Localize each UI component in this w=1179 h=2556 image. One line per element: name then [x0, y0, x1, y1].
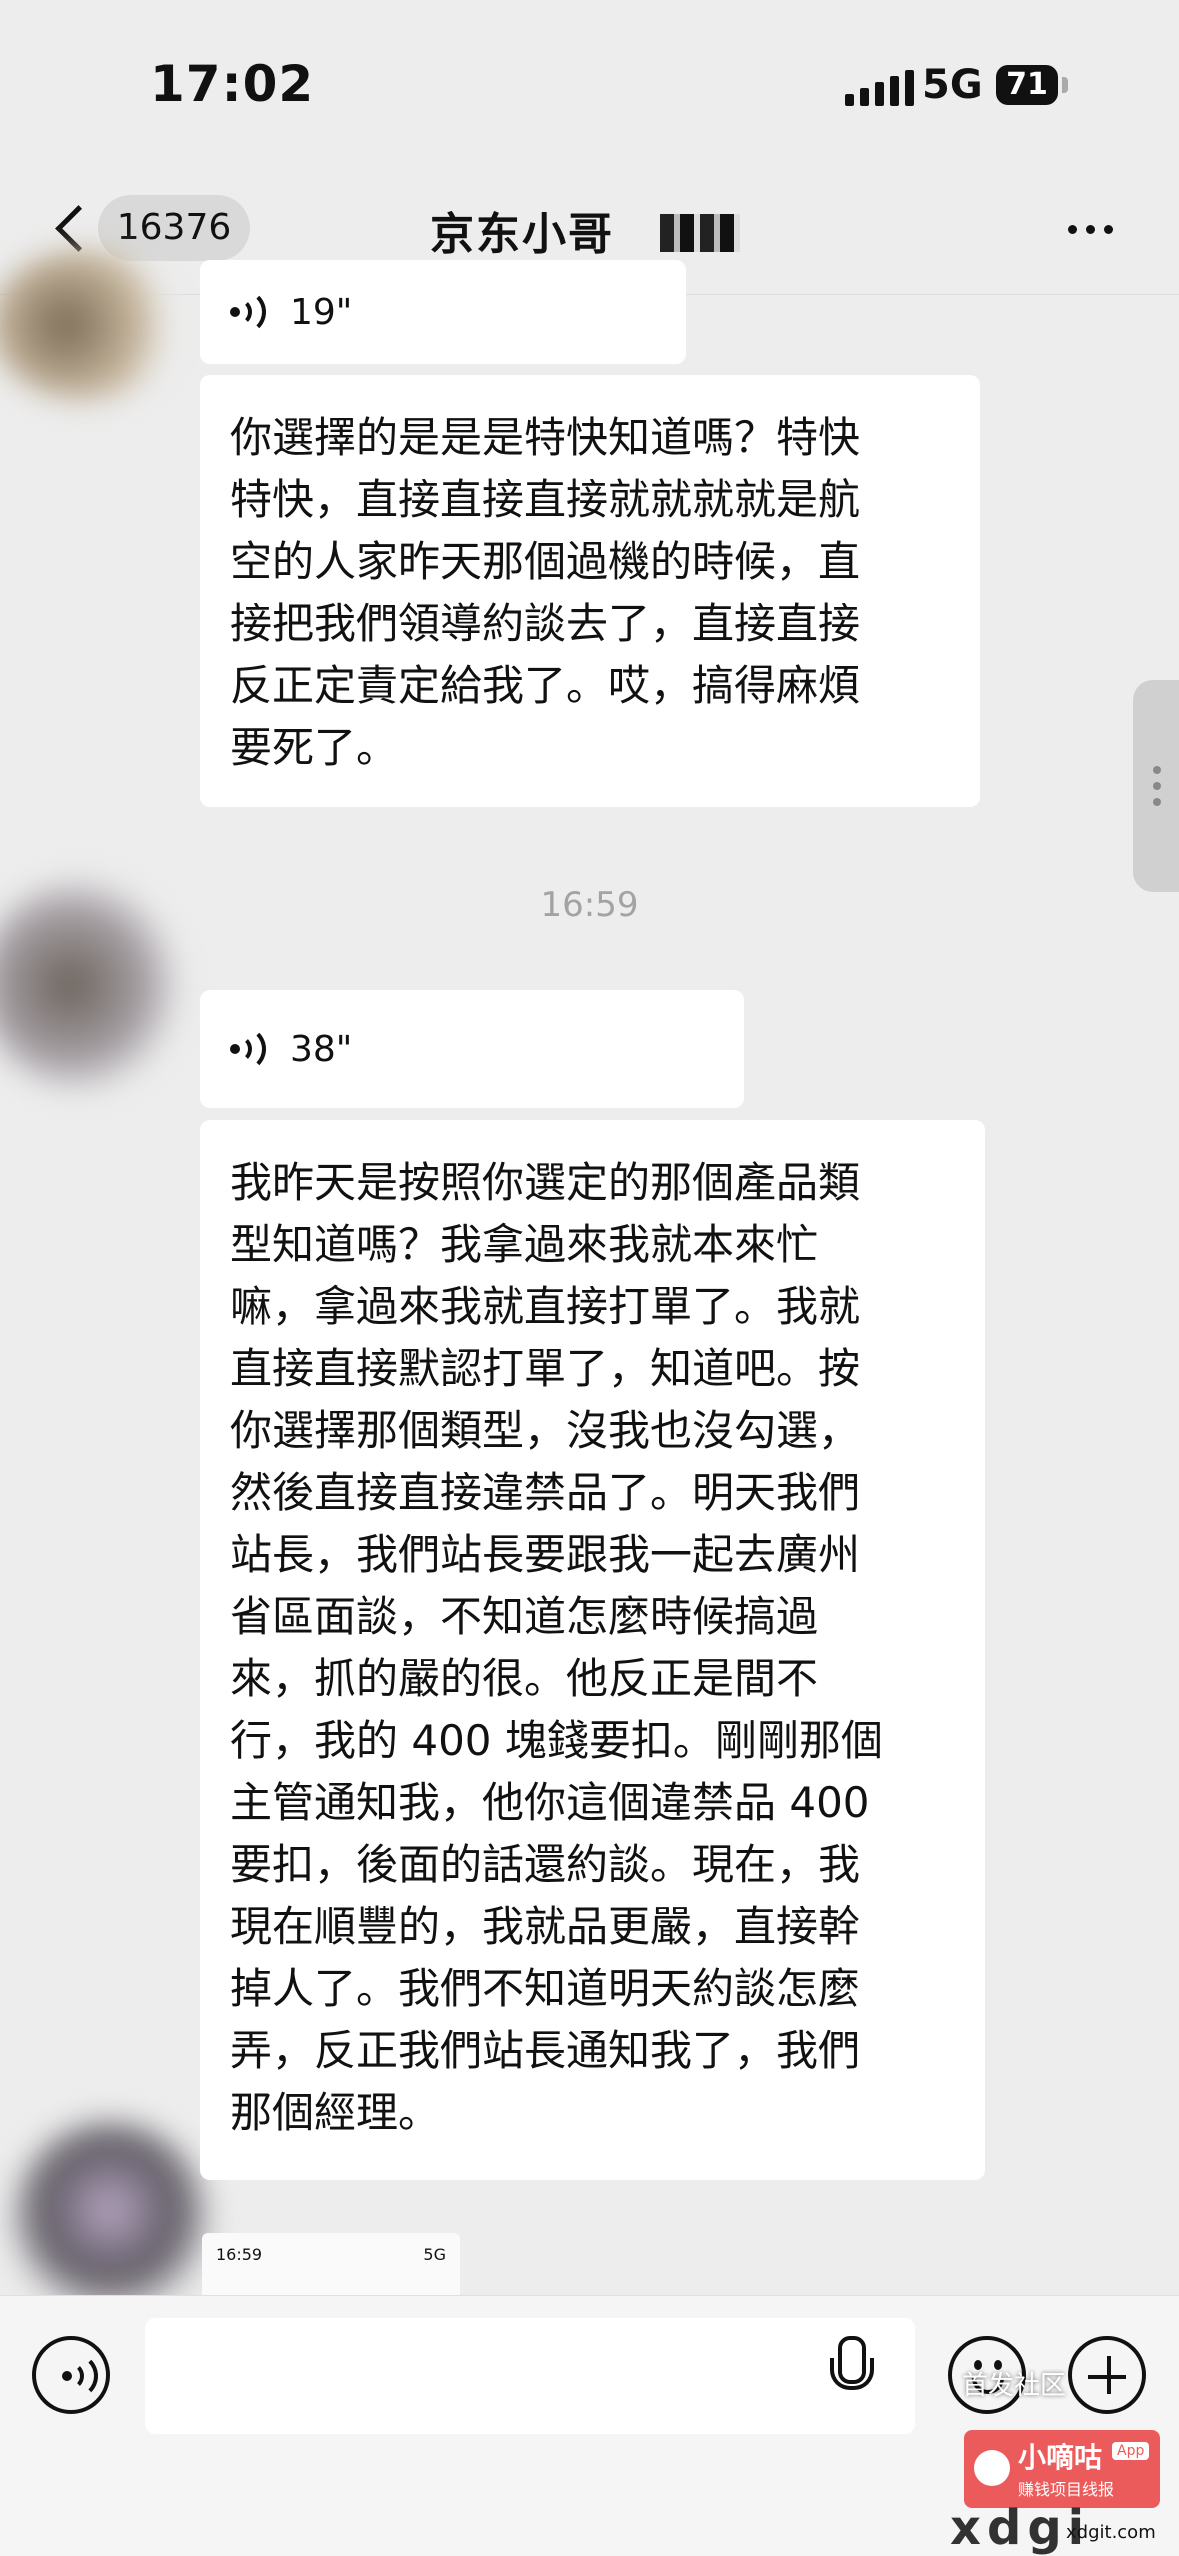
voice-duration: 38" [290, 1028, 353, 1070]
signal-icon [845, 70, 914, 106]
network-type: 5G [922, 62, 983, 108]
status-time: 17:02 [150, 55, 315, 113]
back-icon[interactable] [40, 198, 100, 258]
mic-icon[interactable] [828, 2336, 874, 2408]
voice-message[interactable]: 38" [200, 990, 744, 1108]
voice-message[interactable]: 19" [200, 260, 686, 364]
watermark-url: xdgit.com [1066, 2522, 1156, 2543]
voice-mode-icon[interactable] [32, 2336, 110, 2414]
thumb-time: 16:59 [216, 2245, 263, 2264]
voice-wave-icon [230, 1026, 266, 1072]
side-handle[interactable] [1133, 680, 1179, 892]
redacted-mark [660, 214, 740, 252]
battery-tip [1062, 77, 1068, 93]
thumb-network: 5G [423, 2245, 446, 2264]
status-bar: 17:02 5G 71 [0, 0, 1179, 170]
text-message[interactable]: 我昨天是按照你選定的那個產品類 型知道嗎？我拿過來我就本來忙 嘛，拿過來我就直接… [200, 1120, 985, 2180]
watermark-badge: 小嘀咕 App 赚钱项目线报 [964, 2430, 1160, 2508]
watermark-subtitle: 赚钱项目线报 [1018, 2480, 1115, 2499]
avatar[interactable] [0, 250, 180, 400]
watermark-tag: App [1112, 2442, 1150, 2460]
more-icon[interactable] [1068, 225, 1113, 234]
text-message[interactable]: 你選擇的是是是特快知道嗎？特快 特快，直接直接直接就就就就是航 空的人家昨天那個… [200, 375, 980, 807]
timestamp: 16:59 [540, 885, 639, 925]
unread-count-badge[interactable]: 16376 [98, 195, 250, 261]
plus-icon[interactable] [1068, 2336, 1146, 2414]
battery-icon: 71 [996, 65, 1058, 105]
chat-title: 京东小哥 [430, 209, 614, 260]
avatar[interactable] [10, 2120, 210, 2320]
watermark-overlay: 首发社区 [962, 2371, 1067, 2401]
voice-wave-icon [230, 289, 266, 335]
watermark-logo-icon [974, 2450, 1010, 2486]
watermark-brand: 小嘀咕 [1018, 2441, 1103, 2474]
message-input[interactable] [145, 2318, 915, 2434]
voice-duration: 19" [290, 291, 353, 333]
